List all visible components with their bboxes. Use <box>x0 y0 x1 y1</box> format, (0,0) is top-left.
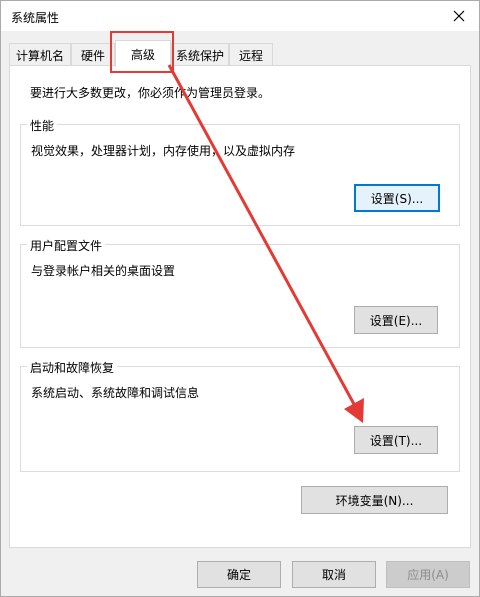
startup-recovery-group: 启动和故障恢复 系统启动、系统故障和调试信息 设置(T)... <box>20 359 460 472</box>
user-profiles-group: 用户配置文件 与登录帐户相关的桌面设置 设置(E)... <box>20 237 460 348</box>
close-icon <box>453 10 465 22</box>
performance-group-desc: 视觉效果，处理器计划，内存使用，以及虚拟内存 <box>31 144 296 158</box>
user-profiles-settings-button[interactable]: 设置(E)... <box>354 306 438 334</box>
close-button[interactable] <box>439 1 479 31</box>
performance-group: 性能 视觉效果，处理器计划，内存使用，以及虚拟内存 设置(S)... <box>20 117 460 226</box>
title-bar[interactable]: 系统属性 <box>1 1 479 31</box>
window-title: 系统属性 <box>11 11 60 25</box>
environment-variables-button[interactable]: 环境变量(N)... <box>301 486 448 514</box>
startup-recovery-group-desc: 系统启动、系统故障和调试信息 <box>31 386 200 400</box>
user-profiles-group-title: 用户配置文件 <box>27 237 106 254</box>
performance-group-title: 性能 <box>27 117 58 134</box>
admin-note: 要进行大多数更改，你必须作为管理员登录。 <box>30 86 271 100</box>
tab-strip: 计算机名 硬件 高级 系统保护 远程 <box>9 40 469 67</box>
annotation-highlight-box <box>110 31 174 73</box>
apply-button[interactable]: 应用(A) <box>386 561 470 588</box>
tab-computer-name[interactable]: 计算机名 <box>9 43 71 66</box>
startup-recovery-group-title: 启动和故障恢复 <box>27 359 118 376</box>
tab-hardware[interactable]: 硬件 <box>71 43 115 66</box>
performance-settings-button[interactable]: 设置(S)... <box>354 184 440 212</box>
startup-recovery-settings-button[interactable]: 设置(T)... <box>354 426 438 454</box>
system-properties-window: 系统属性 计算机名 硬件 高级 系统保护 远程 要进行大多数更改，你必须作为管理… <box>0 0 480 597</box>
tab-remote[interactable]: 远程 <box>229 43 273 66</box>
tab-system-protection[interactable]: 系统保护 <box>171 43 229 66</box>
user-profiles-group-desc: 与登录帐户相关的桌面设置 <box>31 264 176 278</box>
cancel-button[interactable]: 取消 <box>292 561 376 588</box>
ok-button[interactable]: 确定 <box>197 561 281 588</box>
advanced-tab-panel: 要进行大多数更改，你必须作为管理员登录。 性能 视觉效果，处理器计划，内存使用，… <box>9 65 471 548</box>
